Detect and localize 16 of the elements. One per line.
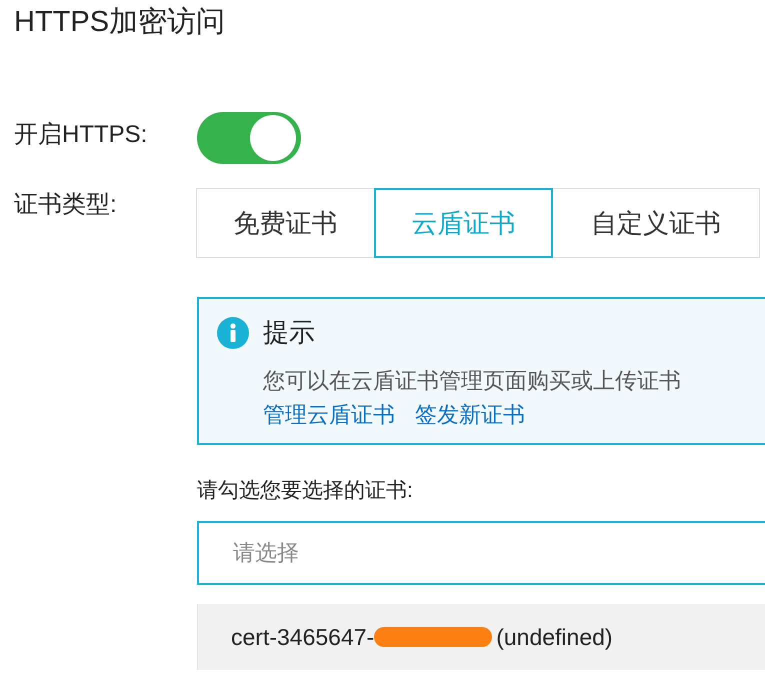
notice-text: 您可以在云盾证书管理页面购买或上传证书 (263, 367, 682, 395)
info-icon (217, 316, 249, 348)
cert-type-tab[interactable]: 自定义证书 (552, 188, 760, 258)
cert-type-tab[interactable]: 免费证书 (196, 188, 375, 258)
page-title: HTTPS加密访问 (14, 5, 226, 40)
cert-name-text: cert-3465647- (231, 624, 374, 650)
https-label: 开启HTTPS: (14, 120, 148, 150)
cert-select-field[interactable]: 请选择 (197, 521, 765, 585)
cert-type-label: 证书类型: (14, 190, 118, 220)
notice-link[interactable]: 管理云盾证书 (263, 400, 395, 430)
cert-option[interactable]: cert-3465647- (undefined) (197, 604, 765, 670)
cert-select-label: 请勾选您要选择的证书: (197, 478, 413, 504)
https-toggle[interactable] (197, 112, 301, 164)
notice-title: 提示 (263, 316, 315, 349)
notice-link[interactable]: 签发新证书 (415, 400, 525, 430)
cert-suffix-text: (undefined) (496, 624, 613, 650)
